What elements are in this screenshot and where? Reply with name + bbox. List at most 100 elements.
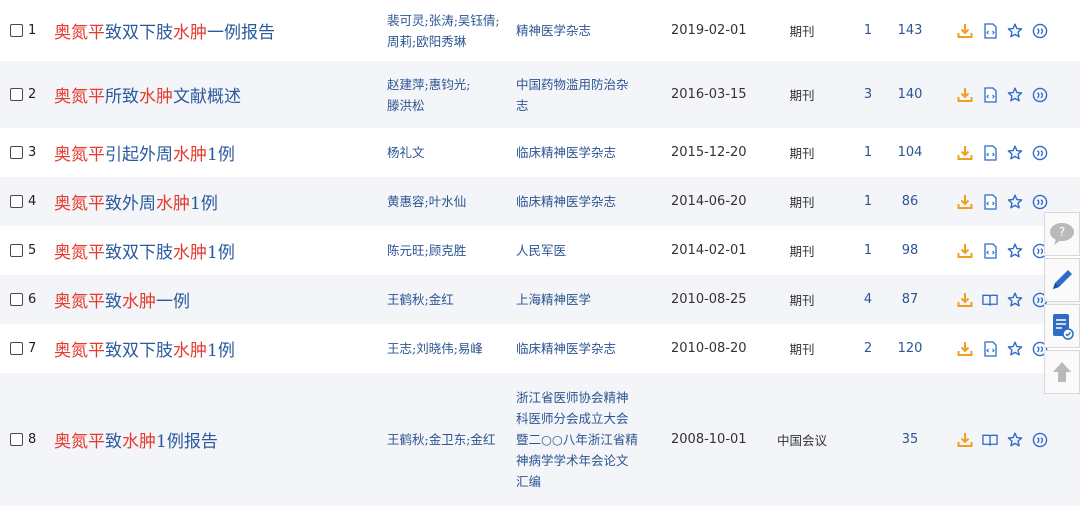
quote-icon[interactable]: [1032, 23, 1048, 39]
quote-icon[interactable]: [1032, 145, 1048, 161]
source-line[interactable]: 临床精神医学杂志: [516, 142, 616, 163]
source-line[interactable]: 神病学学术年会论文: [516, 450, 638, 471]
favorite-star-icon[interactable]: [1007, 194, 1023, 210]
html-icon[interactable]: [982, 193, 998, 210]
citation-count[interactable]: 1: [858, 0, 878, 61]
keyword-highlight: 水肿: [173, 341, 207, 361]
edit-button[interactable]: [1044, 258, 1080, 302]
row-number: 1: [28, 23, 37, 38]
article-title-link[interactable]: 奥氮平 所致 水肿 文献概述: [54, 61, 384, 128]
citation-count[interactable]: 2: [858, 324, 878, 373]
row-number: 4: [28, 194, 37, 209]
citation-count[interactable]: 1: [858, 128, 878, 177]
book-icon[interactable]: [982, 292, 998, 308]
select-checkbox[interactable]: [10, 433, 23, 446]
author-line[interactable]: 黄惠容;叶水仙: [387, 191, 466, 212]
citation-count[interactable]: 1: [858, 177, 878, 226]
source-line[interactable]: 中国药物滥用防治杂: [516, 74, 629, 95]
article-title-link[interactable]: 奥氮平 引起外周 水肿 1例: [54, 128, 384, 177]
publish-date: 2014-02-01: [671, 243, 747, 258]
author-line[interactable]: 王鹤秋;金红: [387, 289, 454, 310]
quote-icon[interactable]: [1032, 432, 1048, 448]
favorite-star-icon[interactable]: [1007, 243, 1023, 259]
html-icon[interactable]: [982, 22, 998, 39]
title-text: 1例: [207, 243, 235, 263]
title-text: 一例: [156, 292, 190, 312]
author-line[interactable]: 周莉;欧阳秀琳: [387, 31, 500, 52]
citation-count[interactable]: 3: [858, 61, 878, 128]
citation-count[interactable]: [858, 373, 878, 506]
row-number: 8: [28, 432, 37, 447]
article-title-link[interactable]: 奥氮平致水肿 1例报告: [54, 373, 384, 506]
download-icon[interactable]: [957, 87, 973, 103]
source-line[interactable]: 精神医学杂志: [516, 20, 591, 41]
article-title-link[interactable]: 奥氮平 致双下肢 水肿 一例报告: [54, 0, 384, 61]
table-row: 6 奥氮平致水肿 一例 王鹤秋;金红 上海精神医学 2010-08-25 期刊 4…: [0, 275, 1080, 324]
table-row: 5 奥氮平 致双下肢 水肿 1例 陈元旺;顾克胜 人民军医 2014-02-01 期刊…: [0, 226, 1080, 275]
author-line[interactable]: 滕洪松: [387, 95, 470, 116]
favorite-star-icon[interactable]: [1007, 341, 1023, 357]
back-to-top-button[interactable]: [1044, 350, 1080, 394]
download-icon[interactable]: [957, 432, 973, 448]
keyword-highlight: 水肿: [156, 194, 190, 214]
favorite-star-icon[interactable]: [1007, 87, 1023, 103]
html-icon[interactable]: [982, 242, 998, 259]
quote-icon[interactable]: [1032, 87, 1048, 103]
html-icon[interactable]: [982, 144, 998, 161]
author-line[interactable]: 裴可灵;张涛;吴钰倩;: [387, 10, 500, 31]
source-line[interactable]: 暨二○○八年浙江省精: [516, 429, 638, 450]
download-icon[interactable]: [957, 145, 973, 161]
select-checkbox[interactable]: [10, 88, 23, 101]
select-checkbox[interactable]: [10, 244, 23, 257]
author-line[interactable]: 陈元旺;顾克胜: [387, 240, 466, 261]
notes-button[interactable]: [1044, 304, 1080, 348]
author-line[interactable]: 赵建萍;惠钧光;: [387, 74, 470, 95]
publish-date: 2019-02-01: [671, 23, 747, 38]
select-checkbox[interactable]: [10, 342, 23, 355]
download-icon[interactable]: [957, 341, 973, 357]
author-line[interactable]: 杨礼文: [387, 142, 425, 163]
article-title-link[interactable]: 奥氮平致水肿 一例: [54, 275, 384, 324]
select-checkbox[interactable]: [10, 195, 23, 208]
keyword-highlight: 奥氮平: [54, 23, 105, 43]
source-line[interactable]: 汇编: [516, 471, 638, 492]
select-checkbox[interactable]: [10, 24, 23, 37]
author-line[interactable]: 王鹤秋;金卫东;金红: [387, 429, 495, 450]
favorite-star-icon[interactable]: [1007, 292, 1023, 308]
article-title-link[interactable]: 奥氮平 致外周 水肿 1例: [54, 177, 384, 226]
favorite-star-icon[interactable]: [1007, 23, 1023, 39]
source-line[interactable]: 临床精神医学杂志: [516, 191, 616, 212]
article-title-link[interactable]: 奥氮平 致双下肢 水肿 1例: [54, 226, 384, 275]
source-line[interactable]: 临床精神医学杂志: [516, 338, 616, 359]
authors: 杨礼文: [387, 142, 425, 163]
row-actions: [957, 61, 1057, 128]
favorite-star-icon[interactable]: [1007, 145, 1023, 161]
publish-date: 2008-10-01: [671, 432, 747, 447]
article-title-link[interactable]: 奥氮平 致双下肢 水肿 1例: [54, 324, 384, 373]
source: 浙江省医师协会精神 科医师分会成立大会 暨二○○八年浙江省精 神病学学术年会论文 汇编: [516, 387, 638, 492]
citation-count[interactable]: 4: [858, 275, 878, 324]
source-line[interactable]: 志: [516, 95, 629, 116]
select-checkbox[interactable]: [10, 146, 23, 159]
html-icon[interactable]: [982, 340, 998, 357]
authors: 王鹤秋;金红: [387, 289, 454, 310]
book-icon[interactable]: [982, 432, 998, 448]
quote-icon[interactable]: [1032, 194, 1048, 210]
source-line[interactable]: 上海精神医学: [516, 289, 591, 310]
download-icon[interactable]: [957, 243, 973, 259]
source-line[interactable]: 科医师分会成立大会: [516, 408, 638, 429]
author-line[interactable]: 王志;刘晓伟;易峰: [387, 338, 483, 359]
table-row: 7 奥氮平 致双下肢 水肿 1例 王志;刘晓伟;易峰 临床精神医学杂志 2010-08…: [0, 324, 1080, 373]
source-line[interactable]: 人民军医: [516, 240, 566, 261]
download-icon[interactable]: [957, 23, 973, 39]
source-line[interactable]: 浙江省医师协会精神: [516, 387, 638, 408]
comment-button[interactable]: ?: [1044, 212, 1080, 256]
favorite-star-icon[interactable]: [1007, 432, 1023, 448]
download-icon[interactable]: [957, 292, 973, 308]
download-icon[interactable]: [957, 194, 973, 210]
authors: 黄惠容;叶水仙: [387, 191, 466, 212]
download-count: 86: [901, 194, 919, 209]
html-icon[interactable]: [982, 86, 998, 103]
citation-count[interactable]: 1: [858, 226, 878, 275]
select-checkbox[interactable]: [10, 293, 23, 306]
